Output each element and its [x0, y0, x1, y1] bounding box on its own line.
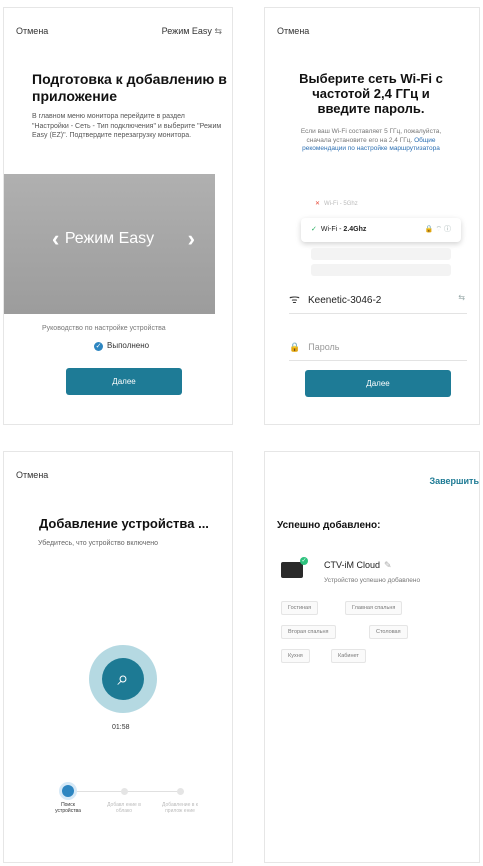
- wifi-icon: ᯤ: [289, 292, 300, 306]
- room-chip[interactable]: Главная спальня: [345, 601, 403, 615]
- easy-mode-label: Режим Easy: [161, 26, 212, 36]
- room-chip[interactable]: Вторая спальня: [281, 625, 336, 639]
- edit-icon[interactable]: ✎: [384, 560, 392, 570]
- search-icon: ⌕: [102, 658, 144, 700]
- cancel-button[interactable]: Отмена: [16, 26, 48, 36]
- device-name-text: CTV-iM Cloud: [324, 560, 381, 570]
- divider: [289, 313, 467, 314]
- topbar: Отмена: [277, 26, 469, 36]
- password-field[interactable]: 🔒 Пароль: [289, 342, 339, 353]
- easy-mode-toggle[interactable]: Режим Easy ⇆: [162, 26, 222, 37]
- setup-guide-link[interactable]: Руководство по настройке устройства: [42, 325, 166, 332]
- room-chip[interactable]: Гостиная: [281, 601, 319, 615]
- room-chip[interactable]: Столовая: [369, 625, 408, 639]
- mode-carousel[interactable]: ‹ Режим Easy ›: [4, 174, 215, 314]
- password-placeholder: Пароль: [308, 342, 340, 352]
- setup-panel-wifi: Отмена Выберите сеть Wi-Fi с частотой 2,…: [264, 7, 480, 425]
- cancel-button[interactable]: Отмена: [277, 26, 309, 36]
- step-label: Добавление в к прилож ение: [162, 802, 198, 814]
- ssid-value: Keenetic-3046-2: [307, 295, 382, 306]
- device-name[interactable]: CTV-iM Cloud ✎: [324, 560, 392, 571]
- step-dot-active: [62, 785, 74, 797]
- wifi-24ghz-item: ✓ Wi-Fi - 2.4Ghz 🔒 ⌔ ⓘ: [301, 218, 461, 242]
- done-checkbox[interactable]: ✓ Выполнено: [94, 341, 149, 351]
- wifi-illustration: ✕ Wi-Fi - 5Ghz ✓ Wi-Fi - 2.4Ghz 🔒 ⌔ ⓘ: [301, 194, 461, 276]
- wifi-placeholder-row: [311, 264, 451, 276]
- wifi-band: 2.4Ghz: [343, 226, 367, 233]
- device-status: Устройство успешно добавлено: [324, 577, 421, 584]
- search-progress-ring: ⌕: [89, 645, 157, 713]
- page-title: Добавление устройства ...: [39, 516, 209, 531]
- chevron-right-icon[interactable]: ›: [188, 226, 195, 252]
- wifi-placeholder-row: [311, 248, 451, 260]
- room-chip[interactable]: Кухня: [281, 649, 310, 663]
- room-chip[interactable]: Кабинет: [331, 649, 366, 663]
- setup-panel-adding: Отмена Добавление устройства ... Убедите…: [3, 451, 233, 863]
- finish-button[interactable]: Завершить: [429, 476, 479, 486]
- topbar: Отмена: [16, 470, 222, 480]
- carousel-label: Режим Easy: [64, 230, 155, 247]
- step-label: Добавл ение в облако: [107, 802, 141, 814]
- monitor-device-image: ✓: [281, 557, 308, 578]
- step-label: Поиск устройства: [55, 802, 81, 814]
- cancel-button[interactable]: Отмена: [16, 470, 48, 480]
- countdown-timer: 01:58: [112, 724, 130, 731]
- progress-steps: Поиск устройства Добавл ение в облако До…: [34, 785, 198, 835]
- topbar: Отмена Режим Easy ⇆: [16, 26, 222, 36]
- step-dot: [177, 788, 184, 795]
- ssid-field[interactable]: ᯤ Keenetic-3046-2: [289, 290, 381, 307]
- done-label: Выполнено: [107, 341, 150, 350]
- instruction-text: В главном меню монитора перейдите в разд…: [32, 113, 222, 139]
- check-icon: ✓: [94, 342, 103, 351]
- page-title: Успешно добавлено:: [277, 520, 381, 531]
- setup-panel-success: Завершить Успешно добавлено: ✓ CTV-iM Cl…: [264, 451, 480, 863]
- step-dot: [121, 788, 128, 795]
- page-title: Выберите сеть Wi-Fi с частотой 2,4 ГГц и…: [299, 71, 443, 116]
- next-button[interactable]: Далее: [305, 370, 451, 397]
- wifi-5ghz-label: Wi-Fi - 5Ghz: [324, 201, 358, 207]
- lock-icon: 🔒: [289, 342, 301, 352]
- page-title: Подготовка к добавлению в приложение: [32, 71, 227, 104]
- divider: [289, 360, 467, 361]
- next-button[interactable]: Далее: [66, 368, 182, 395]
- setup-panel-prepare: Отмена Режим Easy ⇆ Подготовка к добавле…: [3, 7, 233, 425]
- wifi-prefix: Wi-Fi -: [320, 226, 344, 233]
- switch-network-icon[interactable]: ⇆: [458, 293, 465, 302]
- subtitle: Убедитесь, что устройство включено: [38, 540, 158, 547]
- close-icon: ✕: [315, 201, 321, 207]
- check-icon: ✓: [311, 226, 317, 233]
- wifi-5ghz-item: ✕ Wi-Fi - 5Ghz: [315, 200, 358, 207]
- swap-icon: ⇆: [214, 26, 222, 36]
- wifi-hint: Если ваш Wi-Fi составляет 5 ГГц, пожалуй…: [291, 128, 451, 154]
- check-icon: ✓: [300, 557, 308, 565]
- wifi-status-icons: 🔒 ⌔ ⓘ: [424, 226, 451, 233]
